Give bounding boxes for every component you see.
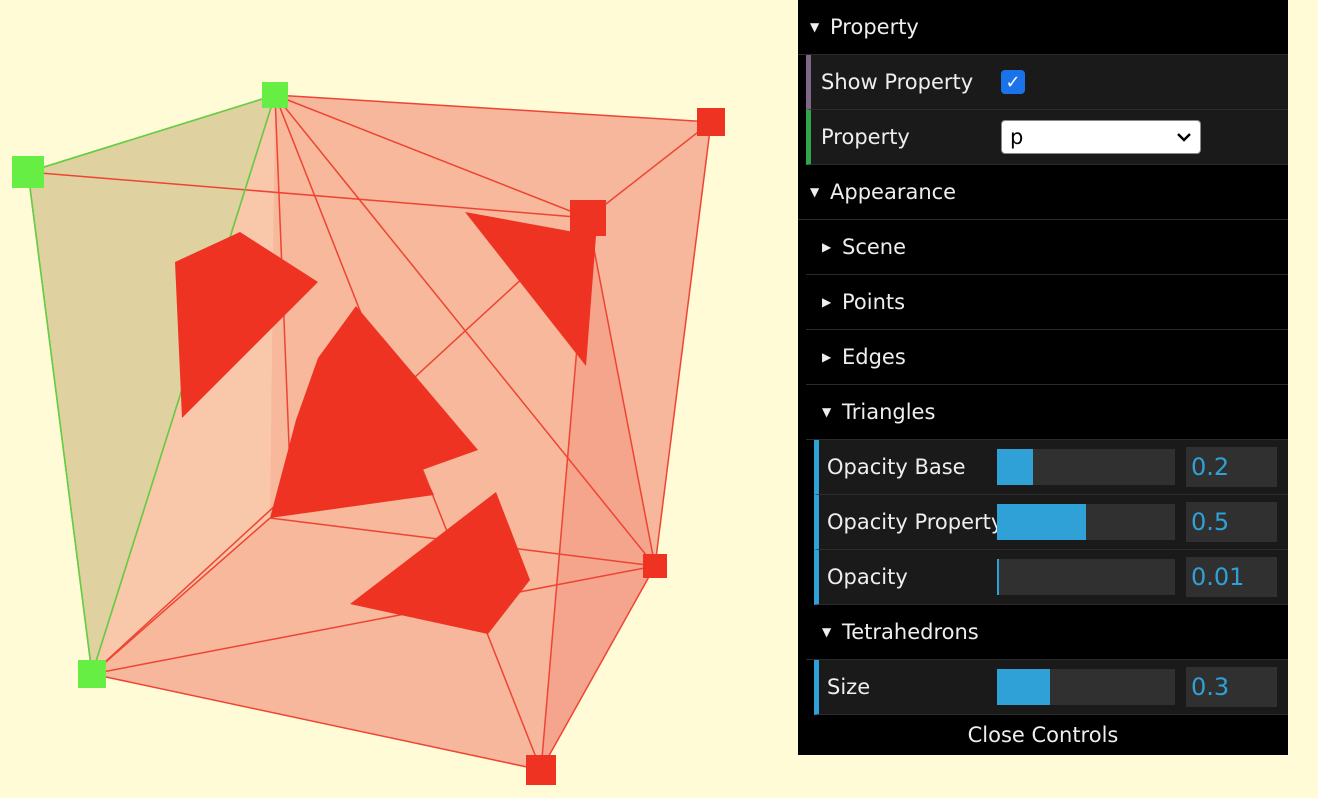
opacity-property-slider[interactable]: [997, 504, 1175, 540]
tetrahedrons-folder-label: Tetrahedrons: [842, 620, 979, 644]
size-slider[interactable]: [997, 669, 1175, 705]
show-property-row: Show Property ✓: [806, 55, 1288, 110]
property-label: Property: [821, 125, 910, 149]
opacity-property-row: Opacity Property 0.5: [814, 495, 1288, 550]
slider-fill: [997, 504, 1086, 540]
edges-folder-label: Edges: [842, 345, 906, 369]
vertex-marker-red[interactable]: [526, 755, 556, 785]
vertex-marker-red[interactable]: [697, 108, 725, 136]
property-select[interactable]: p: [1001, 120, 1201, 154]
close-controls-button[interactable]: Close Controls: [798, 715, 1288, 755]
opacity-property-label: Opacity Property: [827, 510, 1004, 534]
3d-viewport[interactable]: [0, 0, 798, 798]
opacity-input[interactable]: 0.01: [1186, 557, 1277, 597]
chevron-down-icon: [1177, 133, 1191, 142]
property-folder-title[interactable]: ▼ Property: [798, 0, 1288, 55]
opacity-base-input[interactable]: 0.2: [1186, 447, 1277, 487]
property-row: Property p: [806, 110, 1288, 165]
folder-closed-icon: ▶: [822, 295, 832, 309]
folder-closed-icon: ▶: [822, 350, 832, 364]
controls-panel: ▼ Property Show Property ✓ Property p ▼ …: [798, 0, 1288, 755]
show-property-label: Show Property: [821, 70, 974, 94]
vertex-marker-green[interactable]: [262, 82, 288, 108]
scene-folder-label: Scene: [842, 235, 907, 259]
slider-fill: [997, 669, 1051, 705]
opacity-label: Opacity: [827, 565, 908, 589]
folder-closed-icon: ▶: [822, 240, 832, 254]
vertex-marker-red[interactable]: [570, 200, 606, 236]
folder-open-icon: ▼: [822, 625, 832, 639]
triangles-folder-label: Triangles: [842, 400, 936, 424]
size-input[interactable]: 0.3: [1186, 667, 1277, 707]
opacity-row: Opacity 0.01: [814, 550, 1288, 605]
edges-folder-title[interactable]: ▶ Edges: [806, 330, 1288, 385]
points-folder-title[interactable]: ▶ Points: [806, 275, 1288, 330]
opacity-base-row: Opacity Base 0.2: [814, 440, 1288, 495]
tetrahedrons-folder-title[interactable]: ▼ Tetrahedrons: [806, 605, 1288, 660]
folder-open-icon: ▼: [810, 185, 820, 199]
folder-open-icon: ▼: [822, 405, 832, 419]
vertex-marker-green[interactable]: [12, 156, 44, 188]
slider-fill: [997, 449, 1033, 485]
vertex-marker-red[interactable]: [643, 554, 667, 578]
slider-fill: [997, 559, 999, 595]
triangles-folder-title[interactable]: ▼ Triangles: [806, 385, 1288, 440]
appearance-folder-title[interactable]: ▼ Appearance: [798, 165, 1288, 220]
checkmark-icon: ✓: [1005, 71, 1021, 93]
points-folder-label: Points: [842, 290, 906, 314]
folder-open-icon: ▼: [810, 20, 820, 34]
opacity-property-input[interactable]: 0.5: [1186, 502, 1277, 542]
appearance-folder-label: Appearance: [830, 180, 957, 204]
opacity-slider[interactable]: [997, 559, 1175, 595]
show-property-checkbox[interactable]: ✓: [1001, 70, 1025, 94]
opacity-base-slider[interactable]: [997, 449, 1175, 485]
scene-folder-title[interactable]: ▶ Scene: [806, 220, 1288, 275]
property-folder-label: Property: [830, 15, 919, 39]
opacity-base-label: Opacity Base: [827, 455, 966, 479]
property-select-value: p: [1010, 125, 1024, 149]
size-label: Size: [827, 675, 871, 699]
size-row: Size 0.3: [814, 660, 1288, 715]
vertex-marker-green[interactable]: [78, 660, 106, 688]
